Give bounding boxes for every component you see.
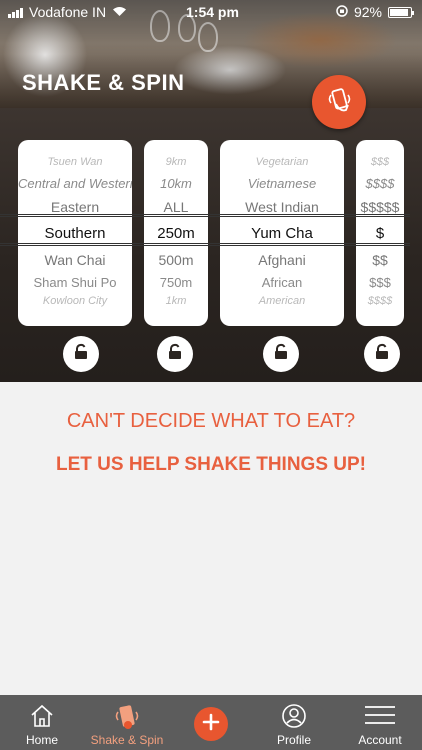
picker-option[interactable]: 500m bbox=[144, 252, 208, 268]
picker-selected-option[interactable]: 250m bbox=[144, 225, 208, 242]
tab-account[interactable]: Account bbox=[344, 695, 416, 750]
picker-option[interactable]: $$ bbox=[356, 252, 404, 268]
picker-option[interactable]: Central and Western bbox=[18, 176, 132, 191]
picker-option[interactable]: Tsuen Wan bbox=[18, 156, 132, 168]
picker-option[interactable]: $$$$ bbox=[356, 176, 404, 191]
selection-line-top bbox=[0, 214, 410, 217]
prompt-message: CAN'T DECIDE WHAT TO EAT? bbox=[66, 410, 356, 432]
signal-icon bbox=[8, 7, 23, 18]
home-icon bbox=[29, 703, 55, 732]
price-picker[interactable]: $$$ $$$$ $$$$$ $ $$ $$$ $$$$ bbox=[356, 140, 404, 326]
lock-distance-button[interactable] bbox=[157, 336, 193, 372]
picker-selected-option[interactable]: Southern bbox=[18, 225, 132, 242]
tab-home-label: Home bbox=[25, 733, 58, 747]
tagline-message: LET US HELP SHAKE THINGS UP! bbox=[55, 454, 366, 475]
picker-option[interactable]: ALL bbox=[144, 199, 208, 215]
picker-selected-option[interactable]: $ bbox=[356, 225, 404, 242]
battery-icon bbox=[388, 6, 414, 18]
picker-option[interactable]: Vietnamese bbox=[220, 176, 344, 191]
picker-option[interactable]: African bbox=[220, 275, 344, 290]
tab-profile[interactable]: Profile bbox=[262, 695, 326, 750]
picker-option[interactable]: Kowloon City bbox=[18, 295, 132, 307]
shake-button[interactable] bbox=[312, 75, 366, 129]
phone-shake-icon bbox=[324, 85, 354, 120]
picker-option[interactable]: Wan Chai bbox=[18, 252, 132, 268]
location-picker[interactable]: Tsuen Wan Central and Western Eastern So… bbox=[18, 140, 132, 326]
picker-option[interactable]: $$$ bbox=[356, 156, 404, 168]
add-button[interactable] bbox=[194, 707, 228, 741]
picker-option[interactable]: $$$$$ bbox=[356, 199, 404, 215]
picker-option[interactable]: $$$$ bbox=[356, 295, 404, 307]
menu-icon bbox=[364, 703, 396, 730]
clock: 1:54 pm bbox=[186, 4, 239, 20]
picker-option[interactable]: Eastern bbox=[18, 199, 132, 215]
unlock-icon bbox=[373, 343, 391, 366]
tab-home[interactable]: Home bbox=[10, 695, 74, 750]
picker-option[interactable]: Sham Shui Po bbox=[18, 275, 132, 290]
unlock-icon bbox=[166, 343, 184, 366]
lock-location-button[interactable] bbox=[63, 336, 99, 372]
cuisine-picker[interactable]: Vegetarian Vietnamese West Indian Yum Ch… bbox=[220, 140, 344, 326]
picker-option[interactable]: West Indian bbox=[220, 199, 344, 215]
picker-option[interactable]: Afghani bbox=[220, 252, 344, 268]
lock-cuisine-button[interactable] bbox=[263, 336, 299, 372]
lock-price-button[interactable] bbox=[364, 336, 400, 372]
picker-option[interactable]: 9km bbox=[144, 156, 208, 168]
picker-option[interactable]: 10km bbox=[144, 176, 208, 191]
plus-icon bbox=[201, 712, 221, 737]
tab-profile-label: Profile bbox=[276, 733, 311, 747]
carrier-label: Vodafone IN bbox=[29, 4, 107, 20]
picker-option[interactable]: 750m bbox=[144, 275, 208, 290]
picker-selected-option[interactable]: Yum Cha bbox=[220, 225, 344, 242]
tab-shake-label: Shake & Spin bbox=[90, 733, 164, 747]
distance-picker[interactable]: 9km 10km ALL 250m 500m 750m 1km bbox=[144, 140, 208, 326]
picker-option[interactable]: $$$ bbox=[356, 275, 404, 290]
unlock-icon bbox=[272, 343, 290, 366]
unlock-icon bbox=[72, 343, 90, 366]
battery-percent: 92% bbox=[353, 4, 382, 20]
rotation-lock-icon bbox=[336, 4, 348, 20]
selection-line-bottom bbox=[0, 243, 410, 246]
tab-account-label: Account bbox=[358, 733, 402, 747]
picker-option[interactable]: American bbox=[220, 295, 344, 307]
page-title: SHAKE & SPIN bbox=[22, 70, 185, 95]
profile-icon bbox=[281, 703, 307, 732]
picker-panel: Tsuen Wan Central and Western Eastern So… bbox=[0, 108, 422, 382]
picker-option[interactable]: Vegetarian bbox=[220, 156, 344, 168]
wifi-icon bbox=[112, 4, 127, 20]
phone-shake-icon bbox=[114, 703, 140, 734]
status-bar: Vodafone IN 1:54 pm 92% bbox=[0, 0, 422, 24]
tab-shake-spin[interactable]: Shake & Spin bbox=[84, 695, 170, 750]
picker-option[interactable]: 1km bbox=[144, 295, 208, 307]
